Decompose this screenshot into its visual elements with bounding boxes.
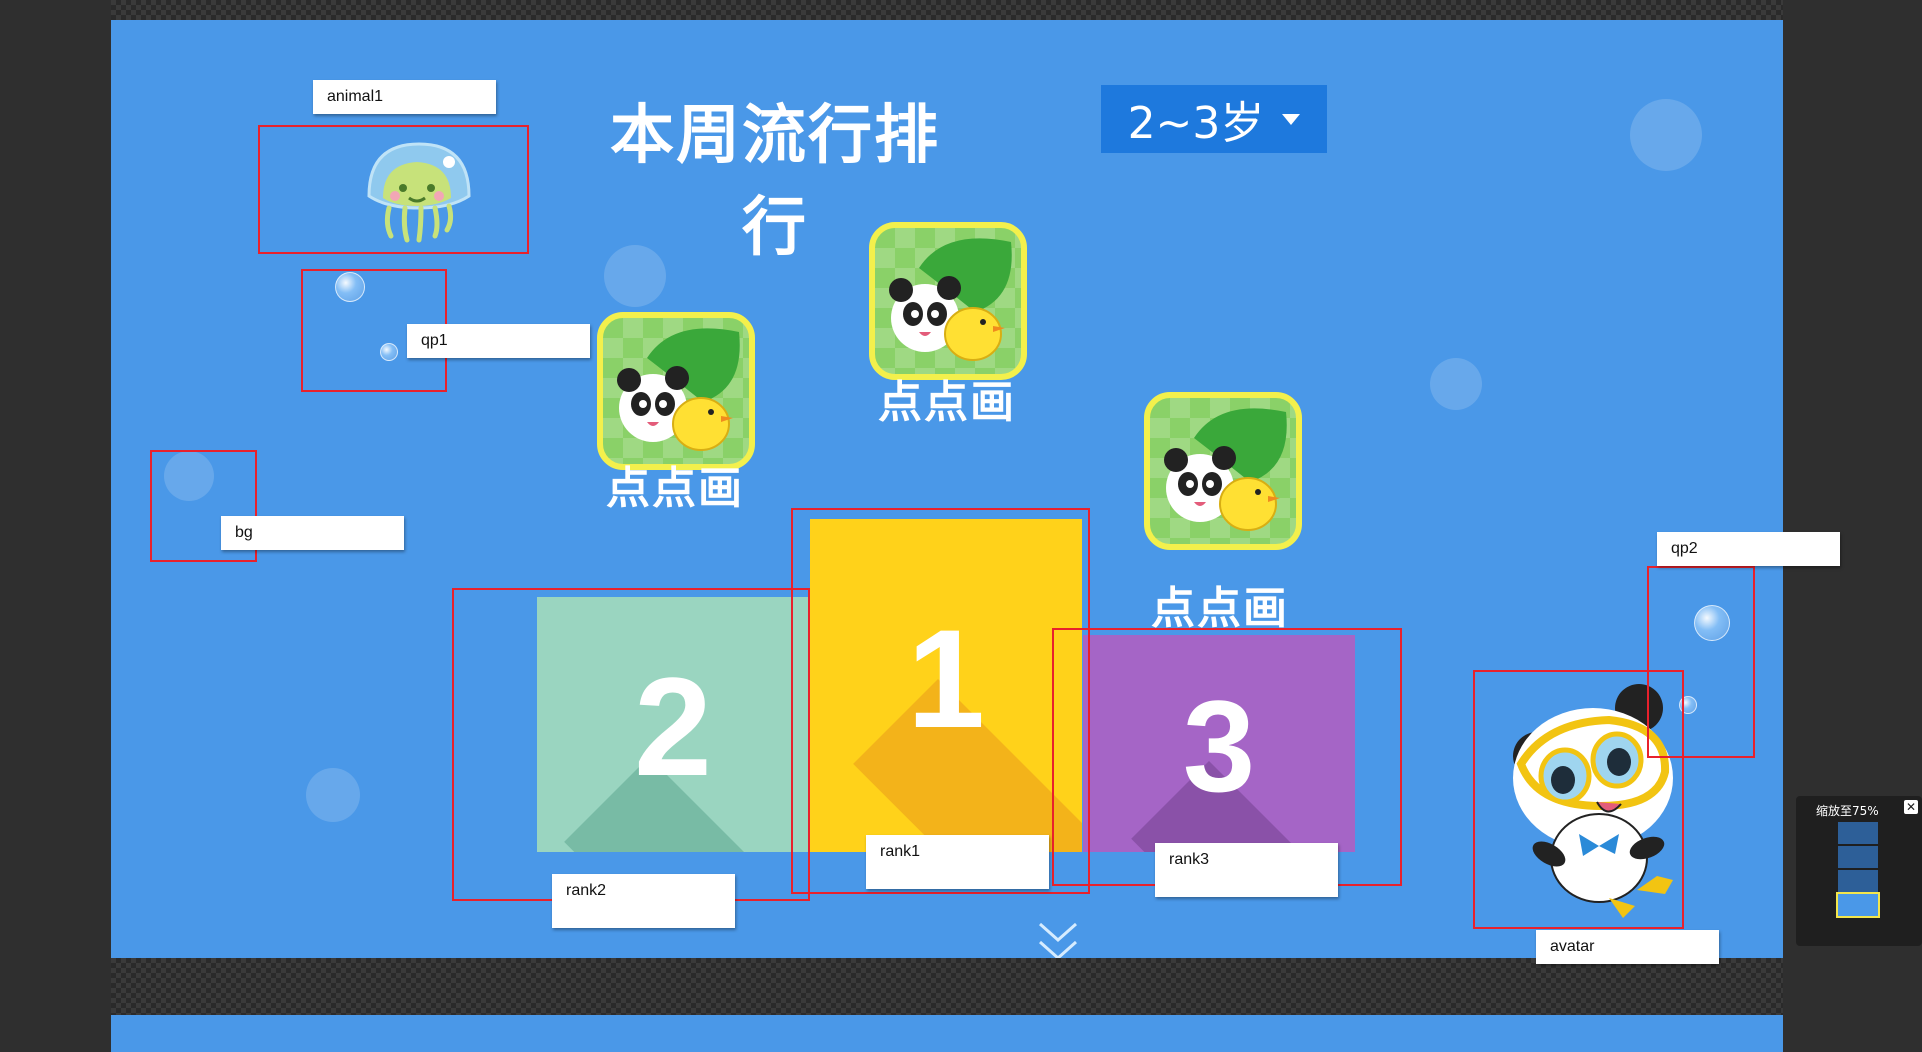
caret-down-icon — [1282, 113, 1301, 125]
layer-tag-avatar[interactable]: avatar — [1536, 930, 1719, 964]
page-thumbnail[interactable] — [1838, 846, 1878, 868]
next-section-canvas — [111, 1015, 1783, 1052]
layer-tag-rank3[interactable]: rank3 — [1155, 843, 1338, 897]
bg-bubble — [1430, 358, 1482, 410]
page-thumbnail[interactable] — [1838, 822, 1878, 844]
panda-duck-app-icon — [889, 238, 1012, 361]
page-thumbnail-active[interactable] — [1836, 892, 1880, 918]
bg-bubble — [306, 768, 360, 822]
close-icon[interactable]: ✕ — [1904, 800, 1918, 814]
page-thumbnail[interactable] — [1838, 870, 1878, 892]
panda-duck-app-icon — [617, 328, 740, 451]
chevron-double-down-icon[interactable] — [1038, 920, 1078, 958]
selection-box-animal1[interactable] — [258, 125, 529, 254]
layer-tag-bg[interactable]: bg — [221, 516, 404, 550]
panda-duck-app-icon — [1164, 408, 1287, 531]
zoom-navigator-panel[interactable]: 缩放至75% ✕ — [1796, 796, 1922, 946]
app-icon-rank1[interactable] — [869, 222, 1027, 380]
app-name-rank3: 点点画 — [1151, 583, 1289, 634]
app-icon-rank2[interactable] — [597, 312, 755, 470]
bg-bubble — [1630, 99, 1702, 171]
canvas-gutter-top — [111, 0, 1783, 20]
page-thumbnails[interactable] — [1836, 822, 1880, 938]
selection-box-rank2[interactable] — [452, 588, 810, 901]
layer-tag-rank2[interactable]: rank2 — [552, 874, 735, 928]
age-filter-value: 2~3岁 — [1127, 98, 1265, 149]
layer-tag-animal1[interactable]: animal1 — [313, 80, 496, 114]
app-icon-rank3[interactable] — [1144, 392, 1302, 550]
layer-tag-qp2[interactable]: qp2 — [1657, 532, 1840, 566]
selection-box-avatar[interactable] — [1473, 670, 1684, 929]
layer-tag-qp1[interactable]: qp1 — [407, 324, 590, 358]
canvas-gutter-bottom — [111, 958, 1783, 1015]
zoom-label: 缩放至75% — [1816, 804, 1879, 818]
layer-tag-rank1[interactable]: rank1 — [866, 835, 1049, 889]
app-name-rank1: 点点画 — [878, 377, 1016, 428]
app-name-rank2: 点点画 — [606, 463, 744, 514]
age-filter-select[interactable]: 2~3岁 — [1101, 85, 1327, 153]
